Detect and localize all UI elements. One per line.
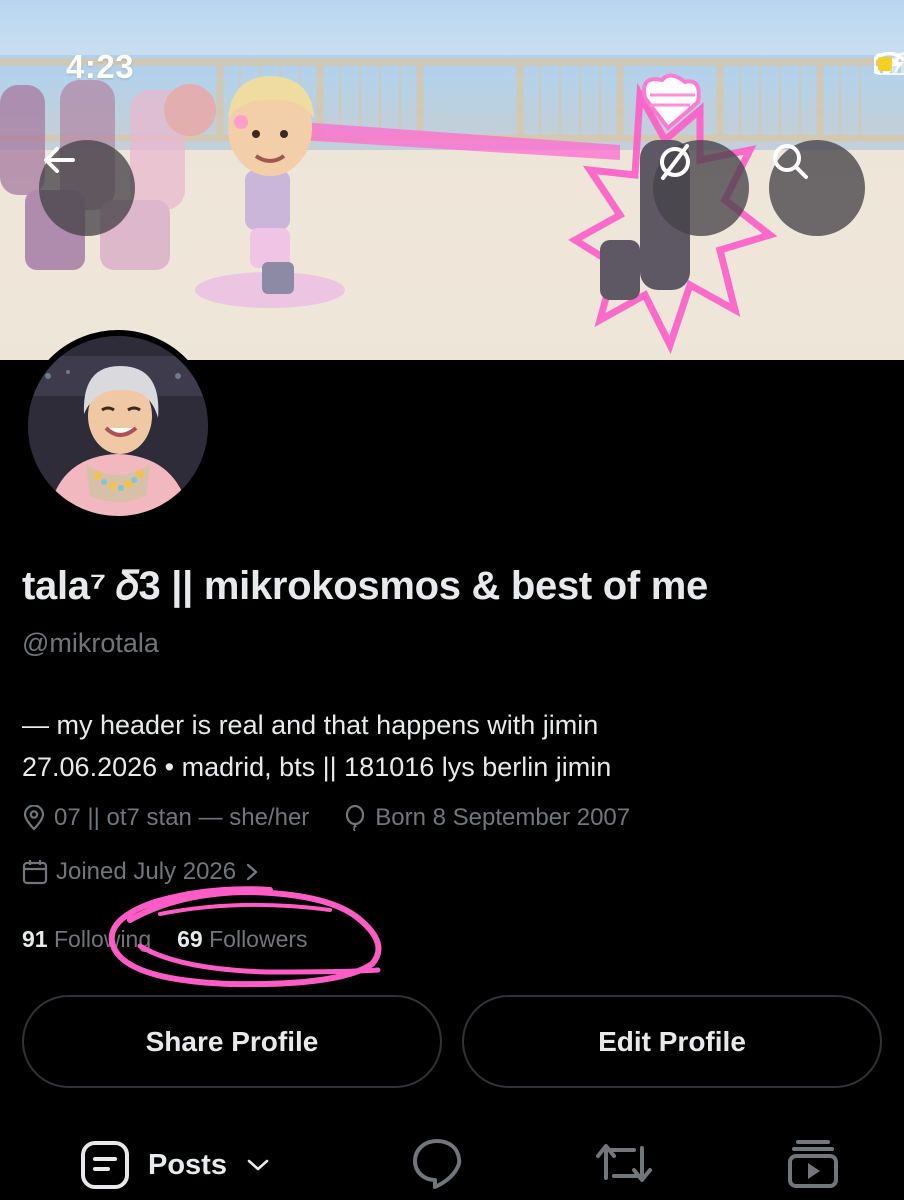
birthday-text: Born 8 September 2007 — [375, 804, 631, 831]
tab-posts[interactable]: Posts — [80, 1140, 271, 1190]
grok-button[interactable] — [653, 140, 749, 236]
profile-tab-bar: Posts — [0, 1128, 904, 1200]
slashed-circle-icon — [660, 144, 690, 180]
battery-charging-icon — [874, 53, 904, 75]
status-bar-time: 4:23 — [66, 48, 135, 85]
share-profile-button[interactable]: Share Profile — [22, 995, 442, 1088]
tab-posts-label: Posts — [148, 1148, 227, 1181]
profile-display-name: tala⁷ 𝛿3 || mikrokosmos & best of me — [22, 564, 708, 608]
arrow-left-icon — [44, 147, 75, 173]
search-button[interactable] — [769, 140, 865, 236]
calendar-icon — [22, 860, 48, 885]
profile-header-banner[interactable]: 4:23 — [0, 0, 904, 360]
repost-icon — [596, 1144, 652, 1182]
profile-bio: — my header is real and that happens wit… — [22, 704, 882, 788]
location-pin-icon — [23, 805, 45, 831]
chevron-right-icon — [246, 863, 258, 881]
tab-media[interactable] — [786, 1136, 840, 1190]
bio-line: 27.06.2026 • madrid, bts || 181016 lys b… — [22, 752, 612, 782]
birthday-item: Born 8 September 2007 — [343, 804, 630, 832]
pink-annotation-scribble — [108, 886, 382, 988]
posts-icon — [81, 1141, 129, 1189]
following-count: 91 — [22, 926, 48, 952]
video-play-icon — [788, 1140, 838, 1188]
search-icon — [773, 144, 808, 179]
edit-profile-button[interactable]: Edit Profile — [462, 995, 882, 1088]
back-button[interactable] — [39, 140, 135, 236]
profile-meta-row: 07 || ot7 stan — she/her Born 8 Septembe… — [22, 804, 664, 832]
tab-reposts[interactable] — [594, 1136, 654, 1190]
tab-replies[interactable] — [410, 1136, 464, 1190]
profile-handle: @mikrotala — [22, 628, 159, 658]
chevron-down-icon — [247, 1159, 269, 1171]
location-text: 07 || ot7 stan — she/her — [54, 804, 310, 831]
balloon-icon — [346, 805, 365, 831]
bio-line: — my header is real and that happens wit… — [22, 710, 599, 740]
reply-bubble-icon — [413, 1139, 462, 1189]
profile-avatar[interactable] — [22, 330, 214, 522]
location-item: 07 || ot7 stan — she/her — [22, 804, 309, 832]
avatar-image — [28, 336, 208, 516]
